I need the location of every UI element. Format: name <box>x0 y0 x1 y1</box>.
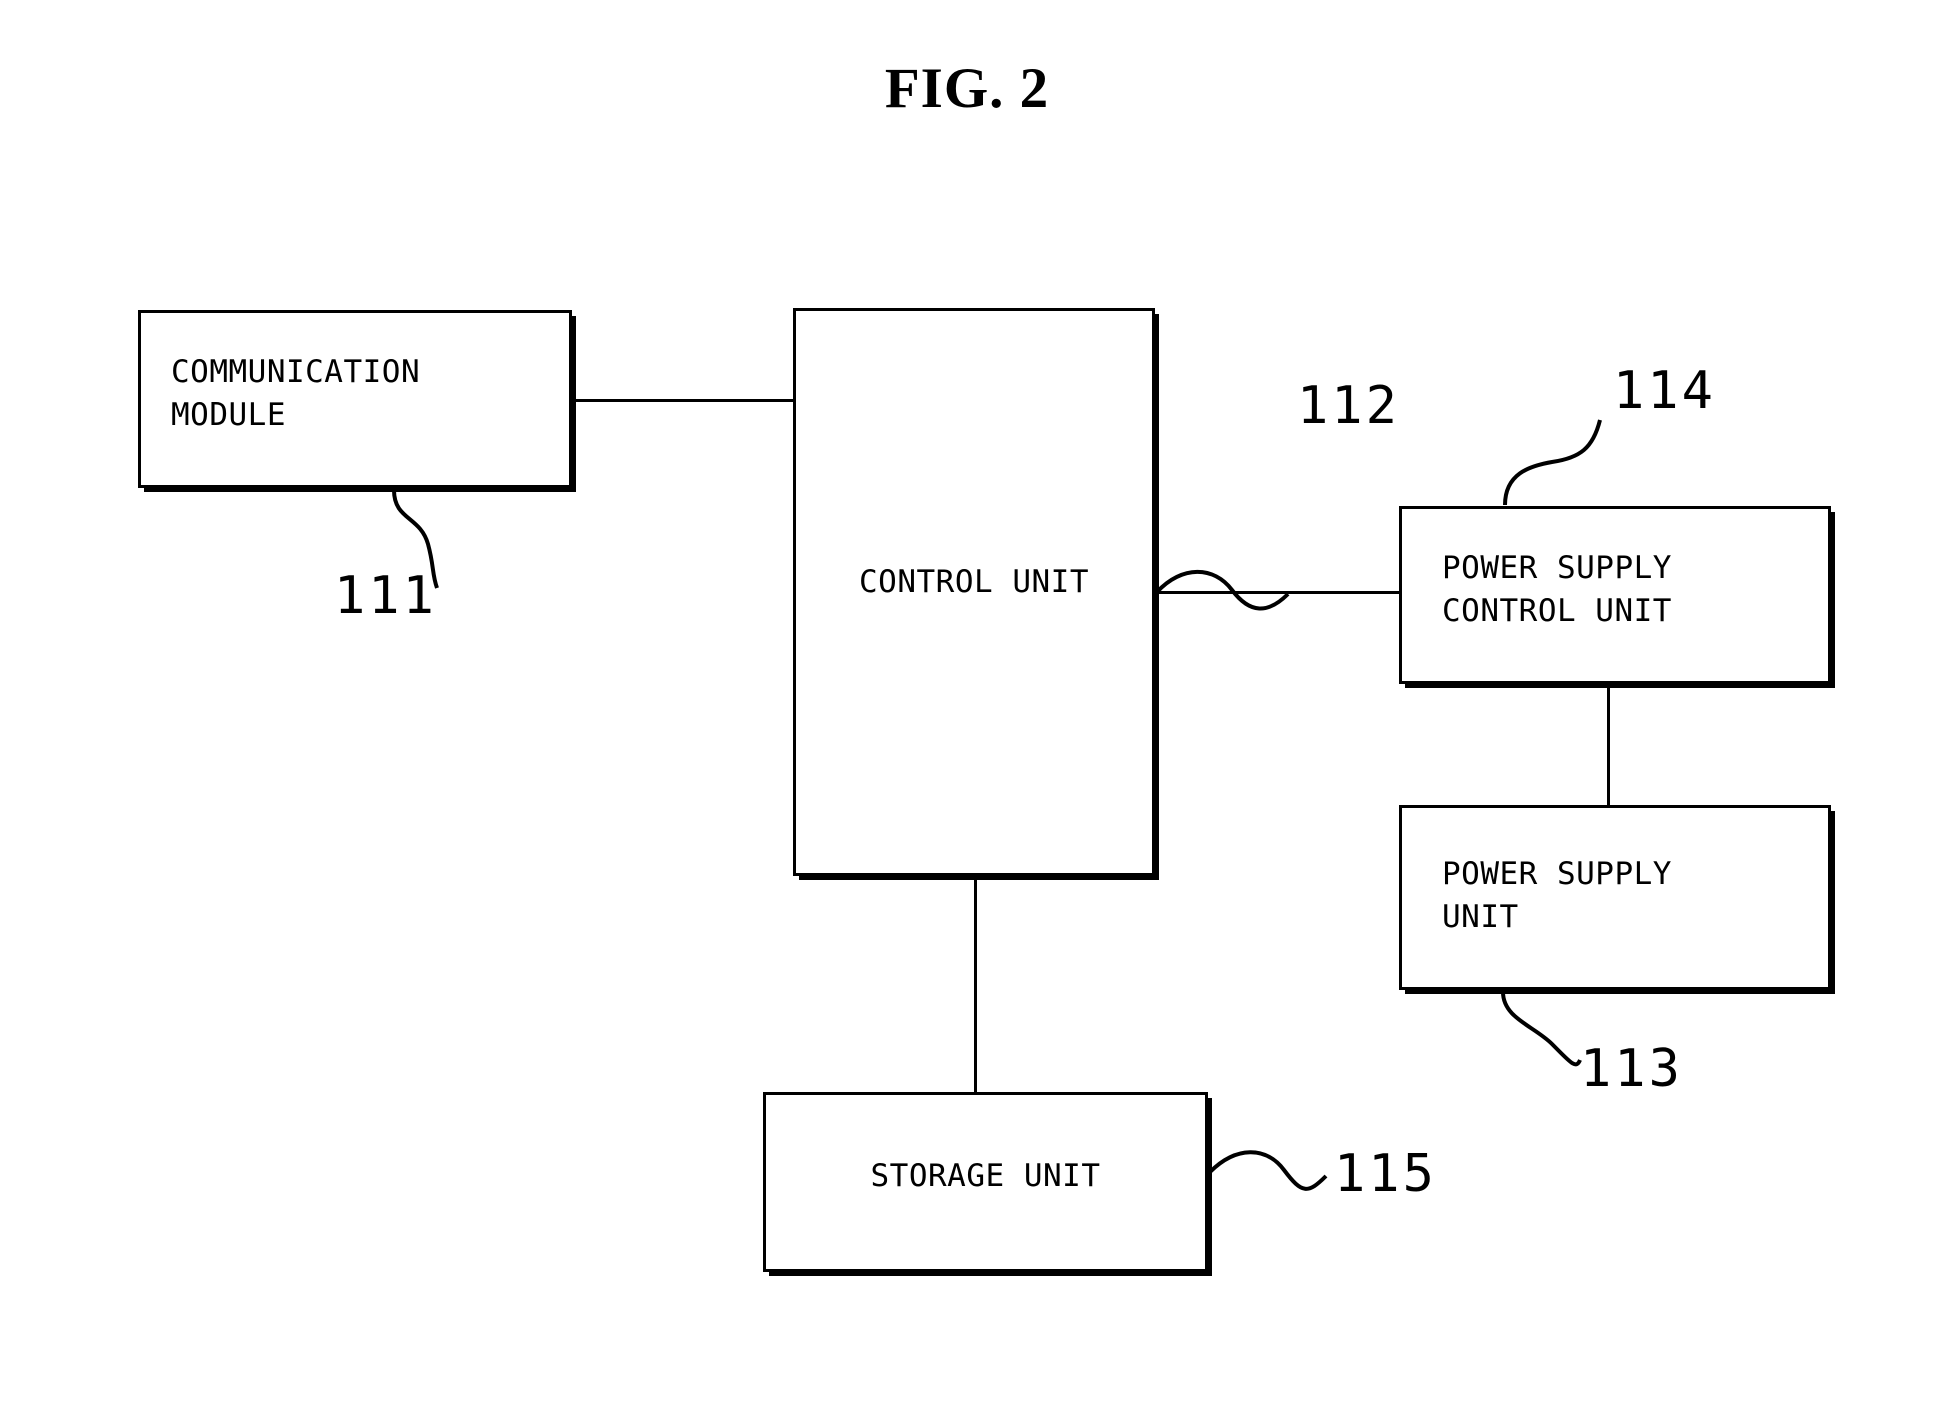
reference-numeral-112: 112 <box>1297 376 1400 436</box>
reference-numeral-115: 115 <box>1334 1144 1437 1204</box>
block-control-unit-label: CONTROL UNIT <box>859 564 1089 600</box>
block-power-supply-unit-label: POWER SUPPLY UNIT <box>1442 856 1672 935</box>
figure-canvas: FIG. 2 COMMUNICATION MODULE CONTROL UNIT… <box>0 0 1934 1407</box>
block-power-supply-unit: POWER SUPPLY UNIT <box>1399 805 1831 990</box>
block-storage-unit: STORAGE UNIT <box>763 1092 1208 1272</box>
leader-line-114 <box>1503 419 1602 506</box>
connector-power-supply-control-unit-to-power-supply-unit <box>1607 684 1610 807</box>
block-power-supply-control-unit: POWER SUPPLY CONTROL UNIT <box>1399 506 1831 684</box>
block-power-supply-control-unit-label: POWER SUPPLY CONTROL UNIT <box>1442 550 1672 629</box>
reference-numeral-111: 111 <box>334 566 437 626</box>
connector-control-unit-to-power-supply-control-unit <box>1155 591 1401 594</box>
reference-numeral-114: 114 <box>1613 361 1716 421</box>
figure-title: FIG. 2 <box>884 57 1050 120</box>
leader-line-115 <box>1208 1150 1328 1191</box>
block-communication-module-label: COMMUNICATION MODULE <box>171 354 421 433</box>
reference-numeral-113: 113 <box>1580 1039 1683 1099</box>
leader-line-113 <box>1501 991 1582 1067</box>
block-control-unit: CONTROL UNIT <box>793 308 1155 876</box>
connector-communication-module-to-control-unit <box>572 399 794 402</box>
connector-control-unit-to-storage-unit <box>974 876 977 1093</box>
block-communication-module: COMMUNICATION MODULE <box>138 310 572 488</box>
block-storage-unit-label: STORAGE UNIT <box>870 1158 1101 1194</box>
